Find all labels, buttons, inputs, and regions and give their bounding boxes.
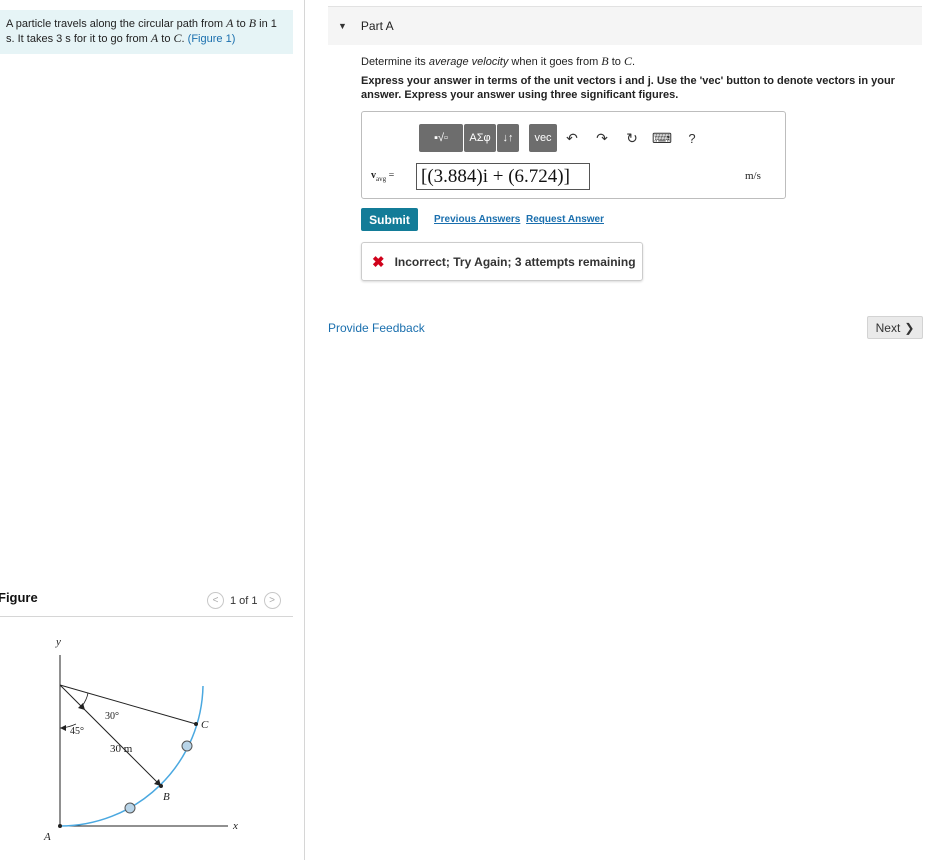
question-text: Determine its average velocity when it g…: [361, 54, 635, 69]
submit-button[interactable]: Submit: [361, 208, 418, 231]
x-axis-label: x: [232, 820, 238, 832]
help-icon[interactable]: ?: [677, 124, 707, 152]
part-title: Part A: [360, 19, 394, 33]
figure-page-indicator: 1 of 1: [230, 594, 258, 607]
math-toolbar: ▪√▫ ΑΣφ ↓↑ vec ↶ ↷ ↻ ⌨ ?: [419, 124, 707, 152]
point-a-dot: [58, 824, 62, 828]
variable-subscript: avg: [376, 175, 387, 183]
point-c-dot: [194, 722, 198, 726]
keyboard-icon[interactable]: ⌨: [647, 124, 677, 152]
problem-pane: A particle travels along the circular pa…: [0, 0, 305, 860]
next-figure-button[interactable]: >: [263, 592, 281, 609]
problem-statement: A particle travels along the circular pa…: [0, 10, 293, 54]
y-axis-label: y: [55, 636, 61, 648]
feedback-message: ✖ Incorrect; Try Again; 3 attempts remai…: [361, 242, 643, 281]
point-a-label: A: [43, 831, 51, 843]
request-answer-link[interactable]: Request Answer: [526, 214, 604, 225]
vec-button[interactable]: vec: [529, 124, 557, 152]
particle-icon: [124, 802, 136, 814]
point-b-symbol: B: [248, 16, 257, 30]
undo-icon[interactable]: ↶: [557, 124, 587, 152]
point-c-symbol: C: [623, 54, 632, 68]
figure-pager: < 1 of 1 >: [207, 592, 281, 609]
question-text-segment: .: [631, 56, 636, 68]
radius-to-c: [59, 684, 197, 725]
answer-instructions: Express your answer in terms of the unit…: [361, 75, 895, 101]
answer-units: m/s: [745, 170, 761, 182]
circular-path-figure: y x A B C 30° 45° 30 m: [43, 636, 238, 843]
redo-icon[interactable]: ↷: [587, 124, 617, 152]
angle-30-label: 30°: [105, 711, 119, 722]
part-a-header[interactable]: ▼ Part A: [328, 6, 922, 45]
collapse-triangle-icon[interactable]: ▼: [338, 21, 347, 31]
question-text-segment: when it goes from: [508, 56, 602, 68]
question-text-segment: to: [608, 56, 624, 68]
point-b-symbol: B: [601, 54, 609, 68]
problem-text: A particle travels along the circular pa…: [6, 18, 227, 30]
arrow-head: [60, 725, 66, 731]
problem-text: to: [158, 33, 174, 45]
particle-icon: [181, 740, 193, 752]
problem-text: to: [233, 18, 249, 30]
point-b-label: B: [163, 791, 170, 803]
reset-icon[interactable]: ↻: [617, 124, 647, 152]
next-button-label: Next: [875, 320, 901, 335]
chevron-right-icon: ❯: [904, 320, 915, 335]
arrows-button[interactable]: ↓↑: [497, 124, 519, 152]
radius-label: 30 m: [110, 743, 133, 755]
next-button[interactable]: Next ❯: [867, 316, 923, 339]
figure-title: Figure: [0, 590, 38, 605]
answer-variable-label: vavg =: [371, 170, 394, 183]
angle-45-label: 45°: [70, 726, 84, 737]
point-c-label: C: [201, 719, 209, 731]
provide-feedback-link[interactable]: Provide Feedback: [328, 321, 425, 335]
point-b-dot: [159, 784, 163, 788]
answer-entry-box: ▪√▫ ΑΣφ ↓↑ vec ↶ ↷ ↻ ⌨ ? vavg = [(3.884)…: [361, 111, 786, 199]
incorrect-x-icon: ✖: [372, 253, 385, 271]
previous-answers-link[interactable]: Previous Answers: [434, 214, 520, 225]
greek-symbols-button[interactable]: ΑΣφ: [464, 124, 496, 152]
templates-button[interactable]: ▪√▫: [419, 124, 463, 152]
question-text-segment: Determine its: [361, 56, 429, 68]
point-c-symbol: C: [173, 31, 182, 45]
feedback-text: Incorrect; Try Again; 3 attempts remaini…: [394, 254, 636, 269]
answer-input[interactable]: [(3.884)i + (6.724)]: [416, 163, 590, 190]
question-emphasis: average velocity: [428, 56, 509, 68]
prev-figure-button[interactable]: <: [207, 592, 224, 609]
equals-sign: =: [388, 170, 395, 181]
divider: [0, 616, 293, 617]
figure-link[interactable]: (Figure 1): [188, 33, 236, 45]
